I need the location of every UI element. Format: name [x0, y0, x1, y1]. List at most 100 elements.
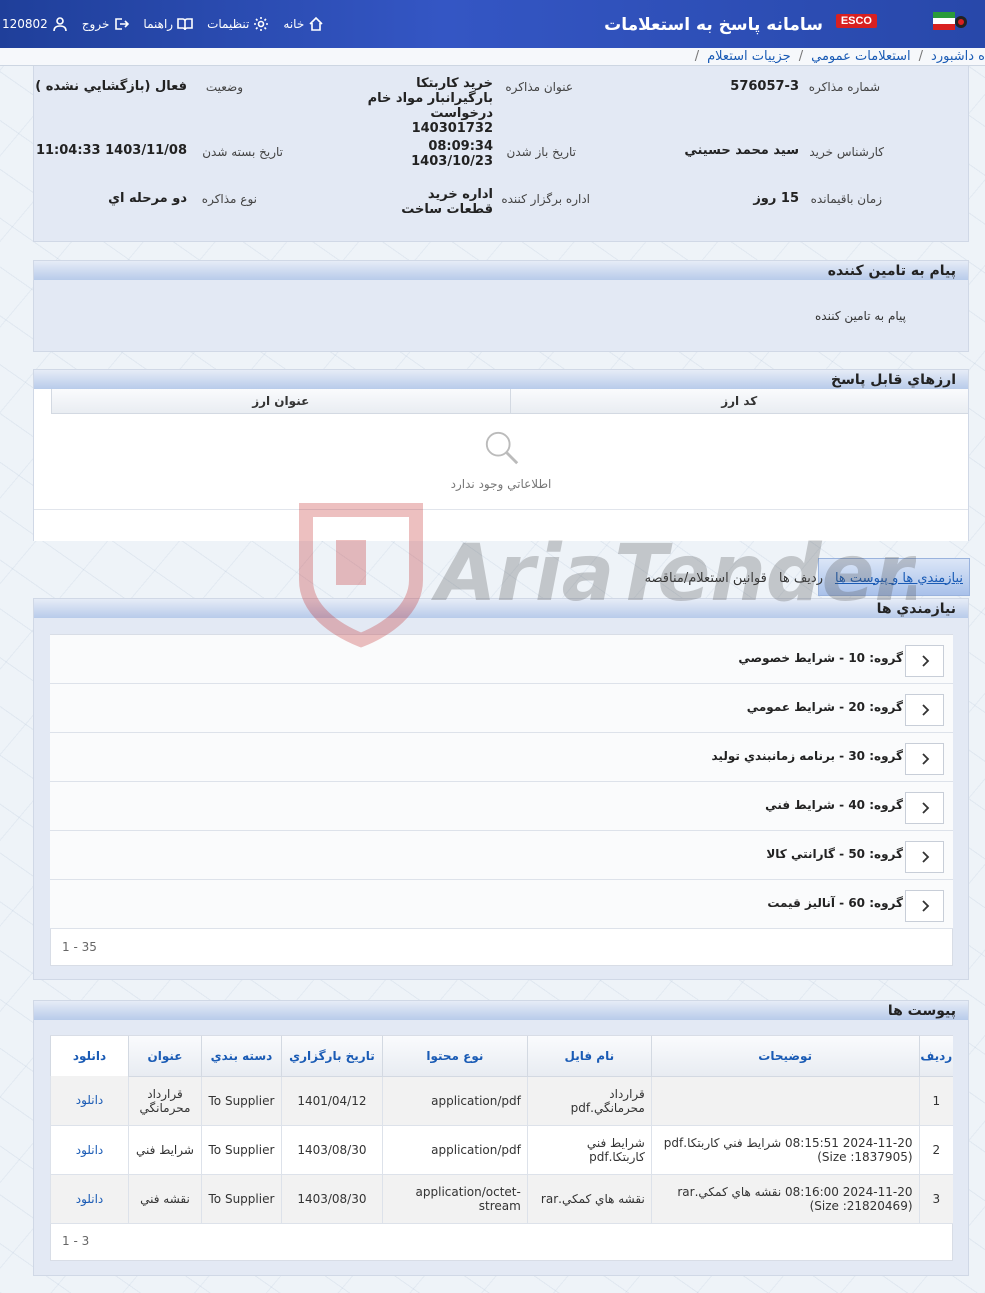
- table-row: 3 2024-11-20 08:16:00 نقشه هاي كمكي.rar …: [50, 1174, 953, 1224]
- cell-category: To Supplier: [200, 1076, 282, 1126]
- currencies-title: ارزهاي قابل پاسخ: [34, 370, 968, 389]
- download-link[interactable]: دانلود: [76, 1192, 104, 1206]
- label-open-date: تاريخ باز شدن: [506, 145, 576, 159]
- currencies-empty-text: اطلاعاتي وجود ندارد: [450, 477, 552, 491]
- settings-link[interactable]: تنظیمات: [207, 16, 269, 32]
- col-row[interactable]: رديف: [918, 1036, 953, 1077]
- currencies-panel: ارزهاي قابل پاسخ عنوان ارز كد ارز اطلاعا…: [33, 369, 969, 541]
- chevron-right-icon: [921, 802, 929, 814]
- col-currency-code[interactable]: كد ارز: [509, 389, 969, 413]
- value-close-date: 1403/11/08 11:04:33: [35, 143, 187, 158]
- col-content-type[interactable]: نوع محتوا: [381, 1036, 528, 1077]
- tab-rows[interactable]: رديف ها: [779, 571, 823, 586]
- label-close-date: تاريخ بسته شدن: [202, 145, 283, 159]
- user-icon: [53, 17, 67, 32]
- book-icon: [177, 18, 193, 31]
- currencies-grid: عنوان ارز كد ارز اطلاعاتي وجود ندارد: [34, 389, 968, 541]
- expand-button[interactable]: [905, 645, 944, 677]
- download-link[interactable]: دانلود: [76, 1093, 104, 1107]
- home-label: خانه: [283, 17, 305, 31]
- requirement-group-row[interactable]: گروه: 40 - شرايط فني: [50, 782, 953, 831]
- chevron-right-icon: [921, 704, 929, 716]
- col-filename[interactable]: نام فايل: [526, 1036, 652, 1077]
- settings-label: تنظیمات: [207, 17, 250, 31]
- breadcrumb-inquiry-details[interactable]: جزييات استعلام: [707, 49, 791, 64]
- app-title: سامانه پاسخ به استعلامات: [604, 15, 823, 35]
- detail-tabs: نيازمندي ها و پيوست ها رديف ها قوانين اس…: [645, 563, 963, 593]
- label-status: وضعيت: [205, 80, 243, 94]
- cell-row: 1: [918, 1076, 953, 1126]
- chevron-right-icon: [921, 655, 929, 667]
- requirement-group-row[interactable]: گروه: 50 - گارانتي كالا: [50, 831, 953, 880]
- user-menu[interactable]: 120802: [2, 16, 68, 32]
- requirement-group-title: گروه: 20 - شرايط عمومي: [746, 700, 903, 714]
- cell-filename: قرارداد محرمانگي.pdf: [526, 1076, 652, 1126]
- cell-title: نقشه فني: [127, 1174, 202, 1224]
- home-icon: [309, 16, 323, 31]
- breadcrumb-separator: /: [918, 49, 924, 64]
- col-currency-title[interactable]: عنوان ارز: [51, 389, 510, 413]
- col-download[interactable]: دانلود: [50, 1036, 129, 1076]
- expand-button[interactable]: [905, 792, 944, 824]
- attachments-title: پيوست ها: [34, 1001, 968, 1020]
- attachments-pager: 1 - 3: [62, 1234, 90, 1248]
- supplier-message-body: پيام به تامين كننده: [815, 309, 906, 323]
- breadcrumb-dashboard[interactable]: ه داشبورد: [931, 49, 985, 64]
- value-type: دو مرحله اي: [108, 191, 187, 206]
- requirement-group-title: گروه: 60 - آناليز قيمت: [767, 896, 903, 910]
- gear-icon: [254, 17, 269, 31]
- label-number: شماره مذاكره: [808, 80, 880, 94]
- cell-content-type: application/octet-stream: [381, 1174, 528, 1224]
- cell-description: 2024-11-20 08:16:00 نقشه هاي كمكي.rar (S…: [650, 1174, 920, 1224]
- user-id: 120802: [2, 17, 48, 31]
- tab-rules[interactable]: قوانين استعلام/مناقصه: [645, 571, 767, 586]
- table-row: 1 قرارداد محرمانگي.pdf application/pdf 1…: [50, 1076, 953, 1126]
- col-upload-date[interactable]: تاريخ بارگزاري: [280, 1036, 383, 1077]
- company-logo-icon: [933, 12, 967, 30]
- requirement-group-row[interactable]: گروه: 10 - شرايط خصوصي: [50, 635, 953, 684]
- label-remaining: زمان باقيمانده: [810, 192, 882, 206]
- cell-upload-date: 1403/08/30: [280, 1125, 383, 1175]
- requirement-group-row[interactable]: گروه: 30 - برنامه زمانبندي توليد: [50, 733, 953, 782]
- cell-description: 2024-11-20 08:15:51 شرايط فني كاربتكا.pd…: [650, 1125, 920, 1175]
- breadcrumb-public-inquiries[interactable]: استعلامات عمومي: [811, 49, 911, 64]
- cell-category: To Supplier: [200, 1174, 282, 1224]
- table-row: 2 2024-11-20 08:15:51 شرايط فني كاربتكا.…: [50, 1125, 953, 1175]
- expand-button[interactable]: [905, 743, 944, 775]
- col-description[interactable]: توضيحات: [650, 1036, 920, 1077]
- expand-button[interactable]: [905, 841, 944, 873]
- expand-button[interactable]: [905, 890, 944, 922]
- logout-label: خروج: [81, 17, 110, 31]
- home-link[interactable]: خانه: [283, 16, 324, 32]
- logout-icon: [115, 18, 130, 30]
- attachments-header-row: رديف توضيحات نام فايل نوع محتوا تاريخ با…: [50, 1036, 953, 1077]
- requirement-group-row[interactable]: گروه: 60 - آناليز قيمت: [50, 880, 953, 929]
- requirement-group-row[interactable]: گروه: 20 - شرايط عمومي: [50, 684, 953, 733]
- download-link[interactable]: دانلود: [76, 1143, 104, 1157]
- cell-description: [650, 1076, 920, 1126]
- cell-filename: نقشه هاي كمكي.rar: [526, 1174, 652, 1224]
- chevron-right-icon: [921, 753, 929, 765]
- expand-button[interactable]: [905, 694, 944, 726]
- col-title[interactable]: عنوان: [127, 1036, 202, 1077]
- value-status: فعال (بازگشايي نشده ): [35, 79, 187, 94]
- label-organizer: اداره برگزار كننده: [501, 192, 590, 206]
- cell-category: To Supplier: [200, 1125, 282, 1175]
- col-category[interactable]: دسته بندي: [200, 1036, 282, 1077]
- value-title: خريد كاربتكا بارگيرانبار مواد خام درخواس…: [367, 76, 493, 136]
- cell-title: شرايط فني: [127, 1125, 202, 1175]
- cell-row: 3: [918, 1174, 953, 1224]
- breadcrumb: ه داشبورد / استعلامات عمومي / جزييات استعل…: [0, 48, 985, 66]
- cell-content-type: application/pdf: [381, 1125, 528, 1175]
- tab-requirements[interactable]: نيازمندي ها و پيوست ها: [835, 571, 963, 586]
- cell-download: دانلود: [50, 1174, 129, 1224]
- chevron-right-icon: [921, 851, 929, 863]
- help-link[interactable]: راهنما: [143, 16, 193, 32]
- cell-download: دانلود: [50, 1125, 129, 1175]
- cell-content-type: application/pdf: [381, 1076, 528, 1126]
- brand-logo-text: ESCO: [835, 14, 877, 28]
- logout-link[interactable]: خروج: [82, 16, 130, 32]
- value-remaining: 15 روز: [753, 191, 799, 206]
- cell-row: 2: [918, 1125, 953, 1175]
- breadcrumb-separator: /: [798, 49, 804, 64]
